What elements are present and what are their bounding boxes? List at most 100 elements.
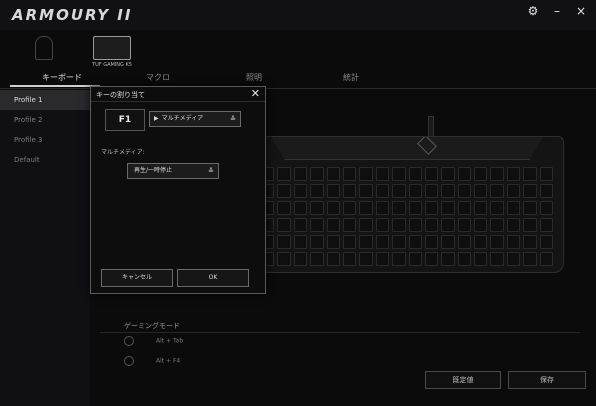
keyboard-key[interactable] [392, 252, 406, 266]
keyboard-key[interactable] [326, 201, 340, 215]
keyboard-key[interactable] [375, 184, 390, 198]
gaming-mode-option-alt-tab[interactable]: Alt + Tab [124, 336, 183, 346]
keyboard-key[interactable] [539, 201, 553, 215]
keyboard-key[interactable] [474, 167, 488, 181]
keyboard-key[interactable] [408, 218, 422, 232]
keyboard-key[interactable] [359, 252, 373, 266]
keyboard-key[interactable] [506, 184, 521, 198]
keyboard-key[interactable] [293, 167, 308, 181]
minimize-icon[interactable]: – [550, 4, 564, 18]
device-keyboard[interactable]: TUF GAMING K5 [82, 36, 142, 68]
profile-item-default[interactable]: Default [0, 150, 90, 170]
keyboard-key[interactable] [490, 167, 504, 181]
keyboard-key[interactable] [392, 167, 406, 181]
keyboard-key[interactable] [359, 184, 373, 198]
keyboard-key[interactable] [359, 235, 373, 249]
keyboard-key[interactable] [490, 218, 504, 232]
keyboard-key[interactable] [441, 235, 455, 249]
multimedia-select[interactable]: 再生/一時停止 ≚ [127, 163, 219, 179]
keyboard-key[interactable] [408, 235, 422, 249]
keyboard-key[interactable] [424, 235, 439, 249]
close-icon[interactable]: ✕ [251, 87, 260, 101]
keyboard-key[interactable] [293, 184, 308, 198]
keyboard-key[interactable] [506, 235, 521, 249]
keyboard-key[interactable] [359, 201, 373, 215]
keyboard-key[interactable] [375, 201, 390, 215]
profile-item-1[interactable]: Profile 1 [0, 90, 90, 110]
keyboard-key[interactable] [293, 201, 308, 215]
keyboard-key[interactable] [457, 235, 472, 249]
keyboard-key[interactable] [359, 218, 373, 232]
keyboard-key[interactable] [375, 218, 390, 232]
keyboard-key[interactable] [375, 235, 390, 249]
keyboard-key[interactable] [441, 218, 455, 232]
tab-macro[interactable]: マクロ [146, 72, 170, 83]
keyboard-key[interactable] [375, 167, 390, 181]
keyboard-key[interactable] [408, 201, 422, 215]
close-icon[interactable]: × [574, 4, 588, 18]
keyboard-key[interactable] [424, 218, 439, 232]
keyboard-key[interactable] [326, 252, 340, 266]
keyboard-key[interactable] [408, 184, 422, 198]
keyboard-key[interactable] [408, 167, 422, 181]
keyboard-key[interactable] [342, 218, 357, 232]
keyboard-key[interactable] [277, 235, 291, 249]
keyboard-key[interactable] [474, 252, 488, 266]
keyboard-key[interactable] [539, 252, 553, 266]
keyboard-key[interactable] [392, 218, 406, 232]
keyboard-key[interactable] [310, 201, 324, 215]
keyboard-key[interactable] [457, 218, 472, 232]
keyboard-key[interactable] [457, 201, 472, 215]
keyboard-key[interactable] [490, 184, 504, 198]
keyboard-key[interactable] [408, 252, 422, 266]
keyboard-key[interactable] [310, 252, 324, 266]
profile-item-2[interactable]: Profile 2 [0, 110, 90, 130]
cancel-button[interactable]: キャンセル [101, 269, 173, 287]
profile-item-3[interactable]: Profile 3 [0, 130, 90, 150]
keyboard-key[interactable] [539, 235, 553, 249]
keyboard-key[interactable] [474, 184, 488, 198]
keyboard-key[interactable] [277, 184, 291, 198]
keyboard-key[interactable] [523, 184, 537, 198]
keyboard-key[interactable] [523, 235, 537, 249]
keyboard-key[interactable] [474, 235, 488, 249]
keyboard-key[interactable] [506, 201, 521, 215]
keyboard-key[interactable] [490, 201, 504, 215]
keyboard-key[interactable] [293, 218, 308, 232]
ok-button[interactable]: OK [177, 269, 249, 287]
tab-keyboard[interactable]: キーボード [42, 72, 82, 83]
save-button[interactable]: 保存 [508, 371, 586, 389]
keyboard-key[interactable] [342, 252, 357, 266]
settings-icon[interactable]: ⚙ [526, 4, 540, 18]
keyboard-key[interactable] [310, 167, 324, 181]
keyboard-key[interactable] [342, 201, 357, 215]
keyboard-key[interactable] [474, 218, 488, 232]
keyboard-key[interactable] [506, 252, 521, 266]
keyboard-key[interactable] [326, 184, 340, 198]
keyboard-key[interactable] [539, 167, 553, 181]
keyboard-key[interactable] [359, 167, 373, 181]
keyboard-key[interactable] [424, 252, 439, 266]
check-circle-icon[interactable] [124, 356, 134, 366]
keyboard-key[interactable] [490, 235, 504, 249]
gaming-mode-option-alt-f4[interactable]: Alt + F4 [124, 356, 180, 366]
keyboard-key[interactable] [441, 167, 455, 181]
keyboard-key[interactable] [457, 167, 472, 181]
keyboard-key[interactable] [539, 218, 553, 232]
assignment-type-select[interactable]: ▶ マルチメディア ≚ [149, 111, 241, 127]
keyboard-key[interactable] [523, 252, 537, 266]
keyboard-key[interactable] [392, 184, 406, 198]
keyboard-key[interactable] [424, 184, 439, 198]
keyboard-key[interactable] [474, 201, 488, 215]
keyboard-key[interactable] [277, 201, 291, 215]
keyboard-key[interactable] [523, 201, 537, 215]
keyboard-key[interactable] [424, 167, 439, 181]
keyboard-key[interactable] [342, 184, 357, 198]
keyboard-key[interactable] [293, 235, 308, 249]
keyboard-key[interactable] [326, 235, 340, 249]
keyboard-key[interactable] [310, 184, 324, 198]
keyboard-key[interactable] [441, 252, 455, 266]
keyboard-key[interactable] [277, 167, 291, 181]
keyboard-key[interactable] [441, 184, 455, 198]
keyboard-key[interactable] [326, 218, 340, 232]
